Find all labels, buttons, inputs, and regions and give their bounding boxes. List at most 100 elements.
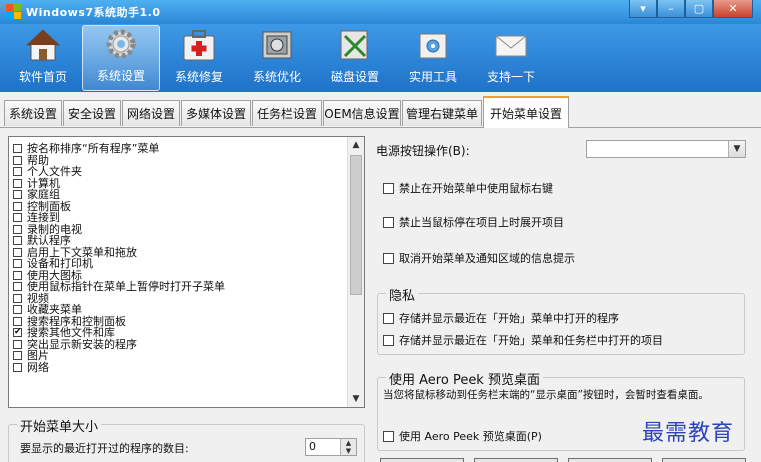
aero-peek-title: 使用 Aero Peek 预览桌面: [386, 369, 543, 388]
list-item-label: 家庭组: [27, 188, 60, 201]
checkbox[interactable]: [13, 167, 22, 177]
aero-peek-checkbox-row[interactable]: 使用 Aero Peek 预览桌面(P): [383, 428, 542, 444]
list-item[interactable]: 家庭组: [13, 189, 225, 201]
tab-taskbar-settings[interactable]: 任务栏设置: [252, 100, 322, 126]
list-item[interactable]: 设备和打印机: [13, 258, 225, 270]
toolbar-software-home[interactable]: 软件首页: [4, 25, 82, 91]
checkbox[interactable]: [13, 259, 22, 269]
list-item-label: 搜索其他文件和库: [27, 326, 115, 339]
privacy-store-recent-items[interactable]: 存储并显示最近在「开始」菜单和任务栏中打开的项目: [383, 332, 663, 348]
checkbox[interactable]: [13, 293, 22, 303]
checkbox[interactable]: [383, 252, 394, 264]
checkbox[interactable]: [13, 236, 22, 246]
toolbar-system-repair[interactable]: 系统修复: [160, 25, 238, 91]
tab-security-settings[interactable]: 安全设置: [63, 100, 121, 126]
tab-oem-info-settings[interactable]: OEM信息设置: [323, 100, 401, 126]
checkbox[interactable]: [13, 224, 22, 234]
home-icon: [25, 29, 61, 61]
menu-dropdown-button[interactable]: ▾: [629, 0, 657, 18]
list-scrollbar[interactable]: ▲ ▼: [347, 137, 364, 407]
start-menu-size-title: 开始菜单大小: [17, 416, 102, 435]
envelope-icon: [495, 35, 527, 57]
watermark: 最需教育: [642, 421, 735, 446]
tab-network-settings[interactable]: 网络设置: [122, 100, 180, 126]
toolbar-support[interactable]: 支持一下: [472, 25, 550, 91]
window-controls: ▾ – ▢ ✕: [629, 0, 753, 18]
checkbox[interactable]: [13, 190, 22, 200]
recent-programs-stepper[interactable]: 0 ▲ ▼: [305, 438, 357, 456]
power-button-select[interactable]: ▼: [586, 140, 746, 158]
list-item-label: 个人文件夹: [27, 165, 82, 178]
list-item[interactable]: 收藏夹菜单: [13, 304, 225, 316]
main-toolbar: 软件首页 系统设置 系统修复 系统优化 磁盘设置 实用工具 支持一下: [0, 24, 761, 92]
checkbox[interactable]: [383, 182, 394, 194]
bottom-button[interactable]: [474, 458, 558, 462]
checkbox[interactable]: [13, 305, 22, 315]
list-item[interactable]: 按名称排序“所有程序”菜单: [13, 143, 225, 155]
chevron-down-icon[interactable]: ▼: [728, 141, 745, 157]
checkbox[interactable]: [13, 155, 22, 165]
checkbox-checked[interactable]: ✔: [13, 328, 22, 338]
list-item-label: 连接到: [27, 211, 60, 224]
start-menu-items-list[interactable]: 按名称排序“所有程序”菜单 帮助 个人文件夹 计算机 家庭组 控制面板 连接到 录制的电视 默认…: [8, 136, 365, 408]
tab-start-menu-settings[interactable]: 开始菜单设置: [483, 96, 569, 128]
checkbox[interactable]: [13, 351, 22, 361]
close-button[interactable]: ✕: [713, 0, 753, 18]
checkbox[interactable]: [13, 270, 22, 280]
medkit-icon: [183, 30, 215, 61]
list-item[interactable]: 使用鼠标指针在菜单上暂停时打开子菜单: [13, 281, 225, 293]
checkbox[interactable]: [13, 316, 22, 326]
title-bar[interactable]: Windows7系统助手1.0 ▾ – ▢ ✕: [0, 0, 761, 24]
privacy-store-recent-programs[interactable]: 存储并显示最近在「开始」菜单中打开的程序: [383, 310, 619, 326]
minimize-button[interactable]: –: [657, 0, 685, 18]
option-disable-notification-tips[interactable]: 取消开始菜单及通知区域的信息提示: [383, 250, 575, 266]
tab-system-settings[interactable]: 系统设置: [4, 100, 62, 126]
list-item-label: 使用鼠标指针在菜单上暂停时打开子菜单: [27, 280, 225, 293]
settings-tabs: 系统设置 安全设置 网络设置 多媒体设置 任务栏设置 OEM信息设置 管理右键菜…: [0, 92, 761, 128]
tab-multimedia-settings[interactable]: 多媒体设置: [181, 100, 251, 126]
scroll-down-icon[interactable]: ▼: [348, 391, 364, 407]
gear-icon: [106, 29, 136, 59]
checkbox[interactable]: [383, 312, 394, 324]
scroll-up-icon[interactable]: ▲: [348, 137, 364, 153]
checkbox[interactable]: [383, 334, 394, 346]
option-disable-hover-expand[interactable]: 禁止当鼠标停在项目上时展开项目: [383, 214, 564, 230]
checkbox[interactable]: [13, 213, 22, 223]
list-item[interactable]: 默认程序: [13, 235, 225, 247]
windows-logo-icon: [6, 4, 22, 20]
spin-down-icon[interactable]: ▼: [341, 447, 356, 455]
checkbox[interactable]: [383, 216, 394, 228]
spin-up-icon[interactable]: ▲: [341, 439, 356, 447]
start-menu-settings-panel: 按名称排序“所有程序”菜单 帮助 个人文件夹 计算机 家庭组 控制面板 连接到 录制的电视 默认…: [0, 128, 761, 462]
maximize-button[interactable]: ▢: [685, 0, 713, 18]
disk-icon: [340, 30, 368, 60]
bottom-button[interactable]: [568, 458, 652, 462]
toolbar-disk-settings[interactable]: 磁盘设置: [316, 25, 394, 91]
tab-context-menu[interactable]: 管理右键菜单: [402, 100, 482, 126]
privacy-title: 隐私: [386, 285, 419, 304]
bottom-button[interactable]: [380, 458, 464, 462]
bottom-button[interactable]: [662, 458, 746, 462]
list-item-label: 图片: [27, 349, 49, 362]
list-item[interactable]: 网络: [13, 361, 225, 374]
checkbox[interactable]: [13, 144, 22, 154]
checkbox[interactable]: [13, 362, 22, 372]
checkbox[interactable]: [13, 178, 22, 188]
list-item-label: 收藏夹菜单: [27, 303, 82, 316]
toolbar-utilities[interactable]: 实用工具: [394, 25, 472, 91]
list-item-label: 设备和打印机: [27, 257, 93, 270]
list-item[interactable]: 个人文件夹: [13, 166, 225, 178]
option-disable-right-click[interactable]: 禁止在开始菜单中使用鼠标右键: [383, 180, 553, 196]
list-item-label: 按名称排序“所有程序”菜单: [27, 142, 160, 155]
list-item[interactable]: 图片: [13, 350, 225, 362]
checkbox[interactable]: [383, 430, 394, 442]
checkbox[interactable]: [13, 201, 22, 211]
list-item[interactable]: 连接到: [13, 212, 225, 224]
checkbox[interactable]: [13, 282, 22, 292]
toolbar-system-settings[interactable]: 系统设置: [82, 25, 160, 91]
toolbar-system-optimize[interactable]: 系统优化: [238, 25, 316, 91]
checkbox[interactable]: [13, 247, 22, 257]
scrollbar-thumb[interactable]: [350, 155, 362, 295]
checkbox[interactable]: [13, 339, 22, 349]
list-item[interactable]: ✔ 搜索其他文件和库: [13, 327, 225, 339]
